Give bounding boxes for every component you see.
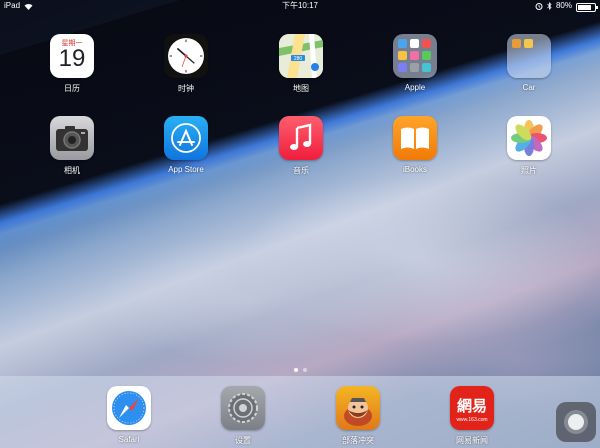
- assistive-touch-button[interactable]: [556, 402, 596, 442]
- dock: Safari 设置 部落冲突 網易 www.163.com 网易新闻: [0, 376, 600, 448]
- folder-apple[interactable]: Apple: [385, 34, 445, 92]
- status-bar: iPad 下午10:17 80%: [0, 0, 600, 12]
- music-icon: [279, 116, 323, 160]
- folder-car[interactable]: Car: [499, 34, 559, 92]
- camera-icon: [50, 116, 94, 160]
- app-app-store[interactable]: App Store: [156, 116, 216, 174]
- app-ibooks[interactable]: iBooks: [385, 116, 445, 174]
- status-time: 下午10:17: [281, 1, 319, 10]
- maps-badge-text: 280: [294, 56, 303, 62]
- folder-icon: [507, 34, 551, 78]
- page-dot[interactable]: [302, 368, 307, 372]
- bluetooth-icon: [547, 2, 552, 10]
- settings-icon: [221, 386, 265, 430]
- app-label: 设置: [235, 436, 251, 445]
- app-photos[interactable]: 照片: [499, 116, 559, 176]
- alarm-icon: [535, 3, 543, 10]
- clock-icon: [164, 34, 208, 78]
- calendar-date: 19: [58, 45, 86, 72]
- app-calendar[interactable]: 星期一 19 日历: [42, 34, 102, 94]
- folder-icon: [393, 34, 437, 78]
- app-label: 网易新闻: [456, 436, 488, 445]
- photos-icon: [507, 116, 551, 160]
- calendar-icon: 星期一 19: [50, 34, 94, 78]
- app-clash-of-clans[interactable]: 部落冲突: [328, 386, 388, 446]
- app-label: iBooks: [402, 165, 427, 174]
- netease-news-icon: 網易 www.163.com: [450, 386, 494, 430]
- page-indicator[interactable]: [0, 368, 600, 372]
- app-label: 音乐: [293, 166, 309, 175]
- app-label: 照片: [521, 166, 537, 175]
- app-safari[interactable]: Safari: [99, 386, 159, 444]
- app-label: 地图: [293, 84, 309, 93]
- app-maps[interactable]: 280 地图: [271, 34, 331, 94]
- app-label: 时钟: [178, 84, 194, 93]
- app-label: 部落冲突: [342, 436, 374, 445]
- app-music[interactable]: 音乐: [271, 116, 331, 176]
- app-label: 相机: [64, 166, 80, 175]
- app-clock[interactable]: 时钟: [156, 34, 216, 94]
- app-settings[interactable]: 设置: [213, 386, 273, 446]
- safari-icon: [107, 386, 151, 430]
- page-dot[interactable]: [293, 368, 298, 372]
- netease-logo-text: 網易: [457, 397, 487, 415]
- app-store-icon: [164, 116, 208, 160]
- clash-of-clans-icon: [336, 386, 380, 430]
- app-label: Apple: [404, 83, 426, 92]
- app-camera[interactable]: 相机: [42, 116, 102, 176]
- maps-icon: 280: [279, 34, 323, 78]
- ibooks-icon: [393, 116, 437, 160]
- app-label: Safari: [118, 435, 140, 444]
- battery-percent: 80%: [555, 1, 572, 10]
- netease-site-text: www.163.com: [456, 417, 487, 423]
- app-label: Car: [522, 83, 536, 92]
- battery-icon: [576, 2, 598, 12]
- app-netease-news[interactable]: 網易 www.163.com 网易新闻: [442, 386, 502, 446]
- app-label: App Store: [168, 165, 204, 174]
- app-label: 日历: [64, 84, 80, 93]
